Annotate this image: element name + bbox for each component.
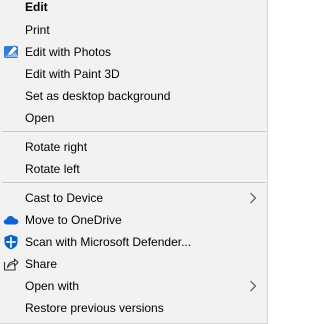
- menu-item-label: Share: [25, 257, 58, 271]
- onedrive-icon: [3, 212, 19, 228]
- menu-item-label: Rotate right: [25, 140, 88, 154]
- menu-item-label: Open with: [25, 279, 80, 293]
- menu-item-edit-with-photos[interactable]: Edit with Photos: [0, 41, 267, 63]
- menu-item-label: Rotate left: [25, 162, 80, 176]
- menu-item-print[interactable]: Print: [0, 19, 267, 41]
- chevron-right-icon: [249, 280, 257, 292]
- menu-item-rotate-left[interactable]: Rotate left: [0, 158, 267, 180]
- menu-item-label: Scan with Microsoft Defender...: [25, 235, 192, 249]
- photos-icon: [3, 44, 19, 60]
- chevron-right-icon: [249, 192, 257, 204]
- menu-item-rotate-right[interactable]: Rotate right: [0, 136, 267, 158]
- menu-item-label: Restore previous versions: [25, 301, 164, 315]
- menu-item-restore-previous-versions[interactable]: Restore previous versions: [0, 297, 267, 319]
- menu-item-label: Edit with Paint 3D: [25, 67, 120, 81]
- share-icon: [3, 256, 19, 272]
- menu-item-label: Move to OneDrive: [25, 213, 122, 227]
- menu-item-share[interactable]: Share: [0, 253, 267, 275]
- menu-item-label: Edit with Photos: [25, 45, 112, 59]
- menu-item-label: Set as desktop background: [25, 89, 171, 103]
- menu-item-set-as-desktop-background[interactable]: Set as desktop background: [0, 85, 267, 107]
- menu-item-label: Edit: [25, 0, 48, 14]
- menu-item-label: Open: [25, 111, 55, 125]
- menu-item-label: Cast to Device: [25, 191, 104, 205]
- defender-icon: [3, 234, 19, 250]
- menu-separator: [2, 182, 266, 183]
- menu-item-edit[interactable]: Edit: [0, 0, 267, 18]
- context-menu: Edit Print Edit with Photos Edit with Pa…: [0, 0, 268, 324]
- menu-separator: [2, 131, 266, 132]
- menu-item-cast-to-device[interactable]: Cast to Device: [0, 187, 267, 209]
- menu-item-edit-with-paint-3d[interactable]: Edit with Paint 3D: [0, 63, 267, 85]
- menu-item-label: Print: [25, 23, 50, 37]
- menu-item-scan-with-defender[interactable]: Scan with Microsoft Defender...: [0, 231, 267, 253]
- menu-item-open[interactable]: Open: [0, 107, 267, 129]
- menu-item-open-with[interactable]: Open with: [0, 275, 267, 297]
- menu-item-move-to-onedrive[interactable]: Move to OneDrive: [0, 209, 267, 231]
